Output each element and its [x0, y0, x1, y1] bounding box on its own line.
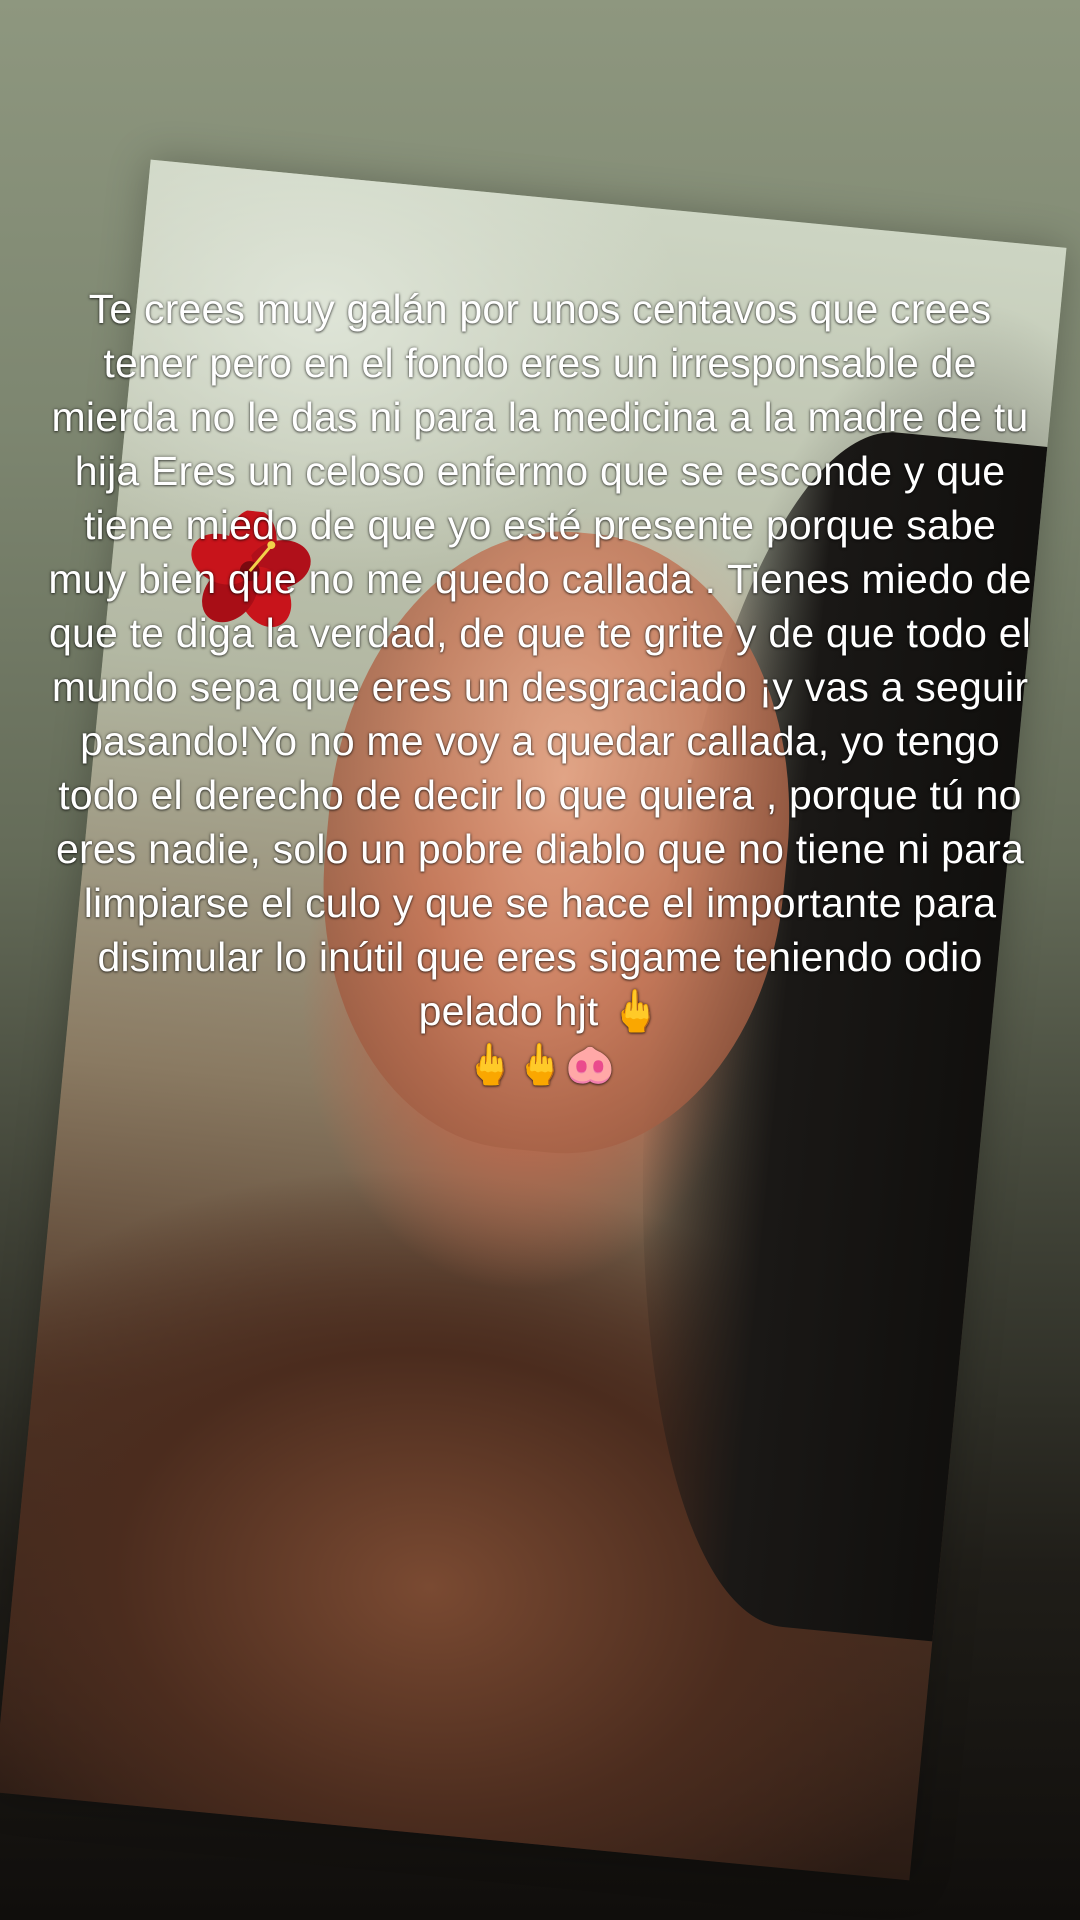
caption-body: Te crees muy galán por unos centavos que… [48, 286, 1032, 1034]
emoji-tail: 🖕🖕🐽 [464, 1043, 615, 1087]
caption-text: Te crees muy galán por unos centavos que… [40, 282, 1040, 1092]
